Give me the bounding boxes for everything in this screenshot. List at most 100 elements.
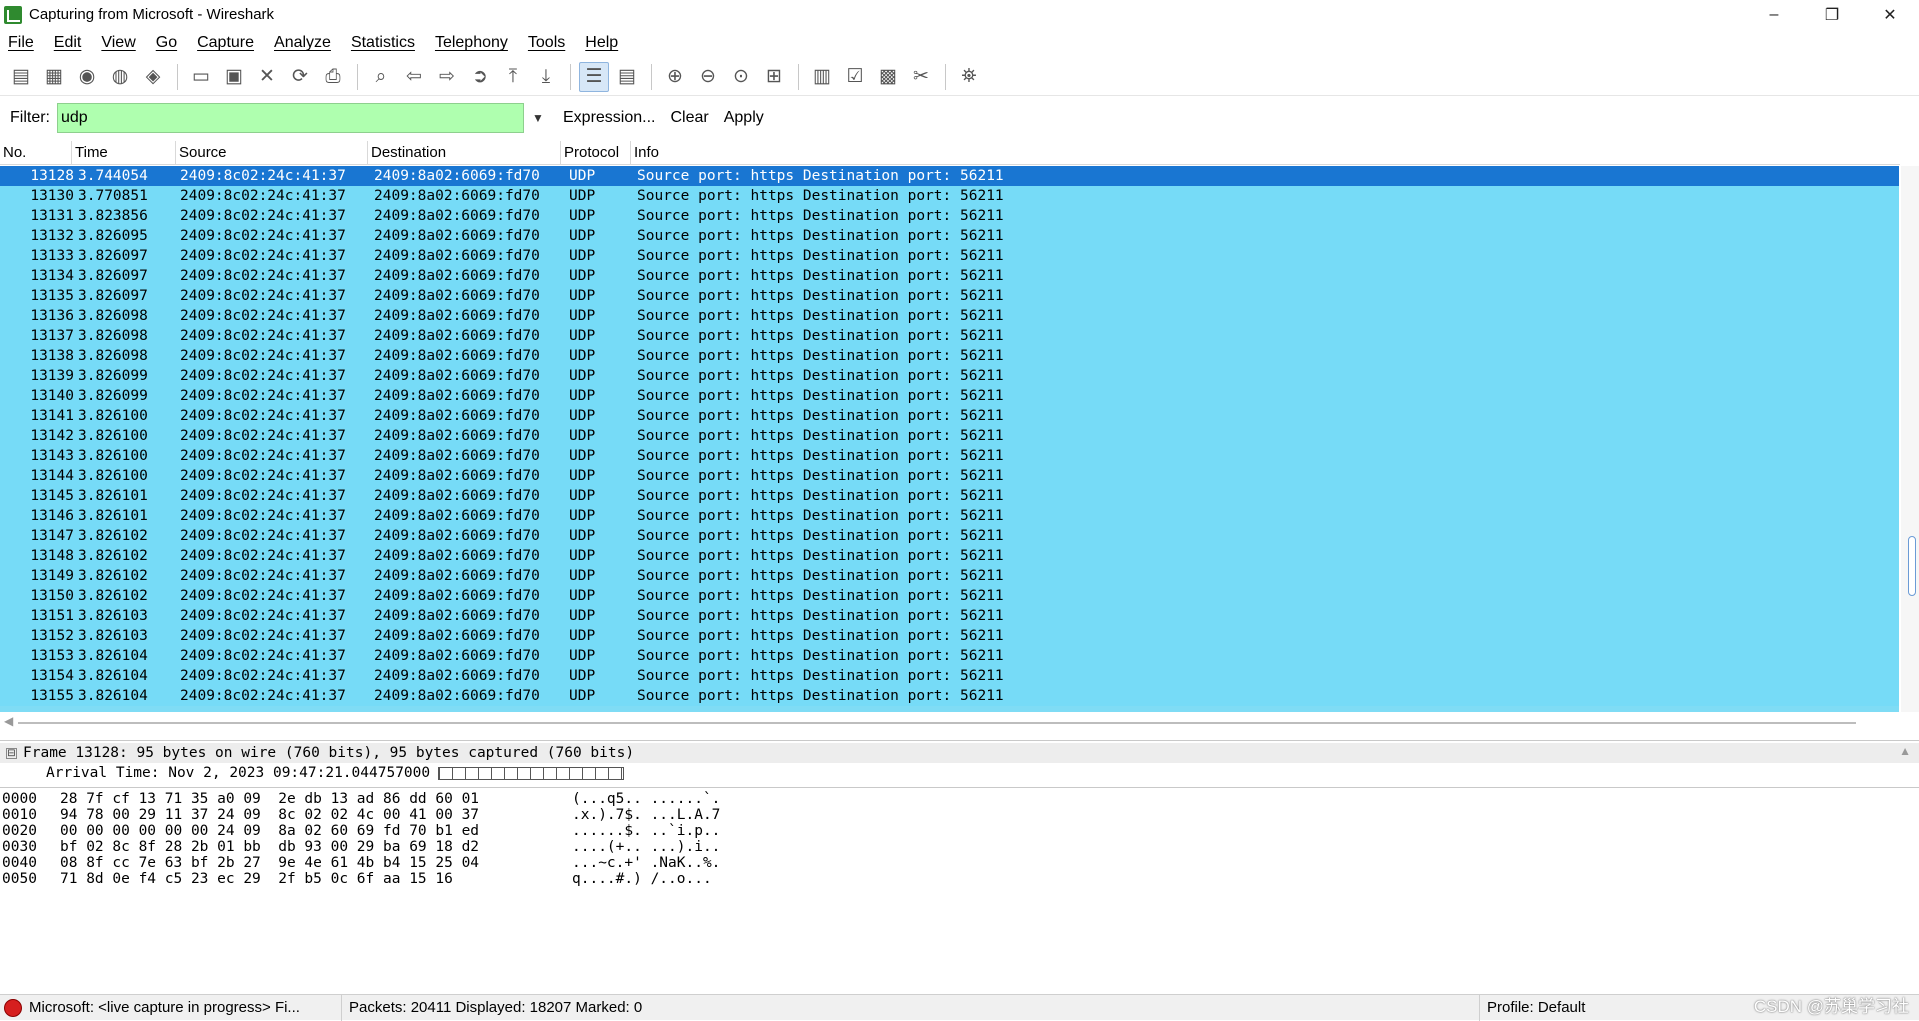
cell-info: Source port: https Destination port: 562…: [637, 608, 1004, 624]
resize-columns-icon[interactable]: ⊞: [759, 62, 789, 92]
packet-row[interactable]: 13136 3.826098 2409:8c02:24c:41:37 2409:8a0…: [0, 306, 1899, 326]
zoom-out-icon[interactable]: ⊖: [693, 62, 723, 92]
capture-filters-icon[interactable]: ▥: [807, 62, 837, 92]
print-icon[interactable]: ⎙: [318, 62, 348, 92]
colorize-icon[interactable]: ☰: [579, 61, 609, 92]
column-header-time[interactable]: Time: [72, 141, 176, 165]
packet-row[interactable]: 13154 3.826104 2409:8c02:24c:41:37 2409:8a0…: [0, 666, 1899, 686]
packet-row[interactable]: 13146 3.826101 2409:8c02:24c:41:37 2409:8a0…: [0, 506, 1899, 526]
zoom-normal-icon[interactable]: ⊙: [726, 62, 756, 92]
reload-icon[interactable]: ⟳: [285, 62, 315, 92]
options-icon[interactable]: ▦: [39, 62, 69, 92]
packet-row[interactable]: 13134 3.826097 2409:8c02:24c:41:37 2409:8a0…: [0, 266, 1899, 286]
packet-row[interactable]: 13141 3.826100 2409:8c02:24c:41:37 2409:8a0…: [0, 406, 1899, 426]
packet-row[interactable]: 13147 3.826102 2409:8c02:24c:41:37 2409:8a0…: [0, 526, 1899, 546]
menu-edit[interactable]: Edit: [52, 32, 84, 54]
cell-no: 13141: [30, 408, 74, 424]
hex-row[interactable]: 0010 94 78 00 29 11 37 24 09 8c 02 02 4c …: [0, 807, 1919, 823]
menu-telephony[interactable]: Telephony: [433, 32, 510, 54]
interfaces-icon[interactable]: ▤: [6, 62, 36, 92]
packet-row[interactable]: 13130 3.770851 2409:8c02:24c:41:37 2409:8a0…: [0, 186, 1899, 206]
last-icon[interactable]: ⤓: [531, 62, 561, 92]
menu-tools[interactable]: Tools: [526, 32, 567, 54]
close-icon[interactable]: ✕: [252, 62, 282, 92]
packet-row[interactable]: 13131 3.823856 2409:8c02:24c:41:37 2409:8a0…: [0, 206, 1899, 226]
hex-row[interactable]: 0020 00 00 00 00 00 00 24 09 8a 02 60 69 …: [0, 823, 1919, 839]
hex-row[interactable]: 0000 28 7f cf 13 71 35 a0 09 2e db 13 ad …: [0, 791, 1919, 807]
forward-icon[interactable]: ⇨: [432, 62, 462, 92]
goto-icon[interactable]: ➲: [465, 62, 495, 92]
collapse-icon[interactable]: ⊟: [6, 747, 17, 759]
packet-row[interactable]: 13140 3.826099 2409:8c02:24c:41:37 2409:8a0…: [0, 386, 1899, 406]
status-profile[interactable]: Profile: Default: [1480, 995, 1680, 1021]
packet-row[interactable]: 13155 3.826104 2409:8c02:24c:41:37 2409:8a0…: [0, 686, 1899, 706]
start-icon[interactable]: ◉: [72, 62, 102, 92]
packet-row[interactable]: 13150 3.826102 2409:8c02:24c:41:37 2409:8a0…: [0, 586, 1899, 606]
menu-analyze[interactable]: Analyze: [272, 32, 333, 54]
scroll-left-icon[interactable]: ◀: [4, 714, 13, 728]
back-icon[interactable]: ⇦: [399, 62, 429, 92]
expression-button[interactable]: Expression...: [563, 109, 655, 127]
autoscroll-icon[interactable]: ▤: [612, 62, 642, 92]
packet-row[interactable]: 13144 3.826100 2409:8c02:24c:41:37 2409:8a0…: [0, 466, 1899, 486]
stop-icon[interactable]: ◍: [105, 62, 135, 92]
preferences-icon[interactable]: ✂: [906, 62, 936, 92]
close-window-button[interactable]: ✕: [1861, 0, 1919, 29]
hex-row[interactable]: 0040 08 8f cc 7e 63 bf 2b 27 9e 4e 61 4b …: [0, 855, 1919, 871]
restore-button[interactable]: ❐: [1803, 0, 1861, 29]
packet-list-vertical-scrollbar[interactable]: [1901, 166, 1919, 712]
horizontal-scroll-thumb[interactable]: [18, 722, 1856, 724]
packet-row[interactable]: 13142 3.826100 2409:8c02:24c:41:37 2409:8a0…: [0, 426, 1899, 446]
hex-row[interactable]: 0050 71 8d 0e f4 c5 23 ec 29 2f b5 0c 6f …: [0, 871, 1919, 887]
column-header-protocol[interactable]: Protocol: [561, 141, 631, 165]
column-header-destination[interactable]: Destination: [368, 141, 561, 165]
menu-help[interactable]: Help: [583, 32, 620, 54]
cell-destination: 2409:8a02:6069:fd70: [374, 428, 540, 444]
clear-button[interactable]: Clear: [670, 109, 708, 127]
first-icon[interactable]: ⤒: [498, 62, 528, 92]
save-icon[interactable]: ▣: [219, 62, 249, 92]
packet-row[interactable]: 13153 3.826104 2409:8c02:24c:41:37 2409:8a0…: [0, 646, 1899, 666]
packet-row[interactable]: 13128 3.744054 2409:8c02:24c:41:37 2409:8a0…: [0, 166, 1899, 186]
column-header-source[interactable]: Source: [176, 141, 368, 165]
zoom-in-icon[interactable]: ⊕: [660, 62, 690, 92]
packet-row[interactable]: 13148 3.826102 2409:8c02:24c:41:37 2409:8a0…: [0, 546, 1899, 566]
packet-list-scroll-thumb[interactable]: [1908, 536, 1916, 596]
menu-statistics[interactable]: Statistics: [349, 32, 417, 54]
packet-list-horizontal-scrollbar[interactable]: ◀: [0, 712, 1919, 734]
display-filter-input[interactable]: [57, 103, 524, 133]
packet-row[interactable]: 13135 3.826097 2409:8c02:24c:41:37 2409:8a0…: [0, 286, 1899, 306]
restart-icon[interactable]: ◈: [138, 62, 168, 92]
find-icon[interactable]: ⌕: [366, 62, 396, 92]
menu-go[interactable]: Go: [154, 32, 179, 54]
apply-button[interactable]: Apply: [724, 109, 764, 127]
packet-row[interactable]: 13143 3.826100 2409:8c02:24c:41:37 2409:8a0…: [0, 446, 1899, 466]
cell-time: 3.826095: [78, 228, 148, 244]
packet-row[interactable]: 13149 3.826102 2409:8c02:24c:41:37 2409:8a0…: [0, 566, 1899, 586]
details-scroll-up-icon[interactable]: ▲: [1899, 744, 1911, 758]
detail-arrival-line[interactable]: Arrival Time: Nov 2, 2023 09:47:21.04475…: [0, 763, 1919, 783]
detail-frame-line[interactable]: ⊟ Frame 13128: 95 bytes on wire (760 bits…: [0, 743, 1919, 763]
packet-row[interactable]: 13139 3.826099 2409:8c02:24c:41:37 2409:8a0…: [0, 366, 1899, 386]
open-icon[interactable]: ▭: [186, 62, 216, 92]
menu-file[interactable]: File: [6, 32, 36, 54]
filter-dropdown-icon[interactable]: ▼: [528, 103, 548, 133]
packet-row[interactable]: 13151 3.826103 2409:8c02:24c:41:37 2409:8a0…: [0, 606, 1899, 626]
packet-row[interactable]: 13137 3.826098 2409:8c02:24c:41:37 2409:8a0…: [0, 326, 1899, 346]
coloring-rules-icon[interactable]: ▩: [873, 62, 903, 92]
packet-row[interactable]: 13138 3.826098 2409:8c02:24c:41:37 2409:8a0…: [0, 346, 1899, 366]
hex-row[interactable]: 0030 bf 02 8c 8f 28 2b 01 bb db 93 00 29 …: [0, 839, 1919, 855]
packet-row[interactable]: 13152 3.826103 2409:8c02:24c:41:37 2409:8a0…: [0, 626, 1899, 646]
packet-row[interactable]: 13132 3.826095 2409:8c02:24c:41:37 2409:8a0…: [0, 226, 1899, 246]
column-header-no[interactable]: No.: [0, 141, 72, 165]
column-header-info[interactable]: Info: [631, 141, 1900, 165]
help-icon[interactable]: ⛯: [954, 62, 984, 92]
capture-status-icon[interactable]: [4, 998, 22, 1017]
menu-capture[interactable]: Capture: [195, 32, 256, 54]
packet-row[interactable]: 13145 3.826101 2409:8c02:24c:41:37 2409:8a0…: [0, 486, 1899, 506]
packet-row[interactable]: 13133 3.826097 2409:8c02:24c:41:37 2409:8a0…: [0, 246, 1899, 266]
minimize-button[interactable]: –: [1745, 0, 1803, 29]
display-filters-icon[interactable]: ☑: [840, 62, 870, 92]
menu-view[interactable]: View: [99, 32, 137, 54]
cell-time: 3.826098: [78, 348, 148, 364]
